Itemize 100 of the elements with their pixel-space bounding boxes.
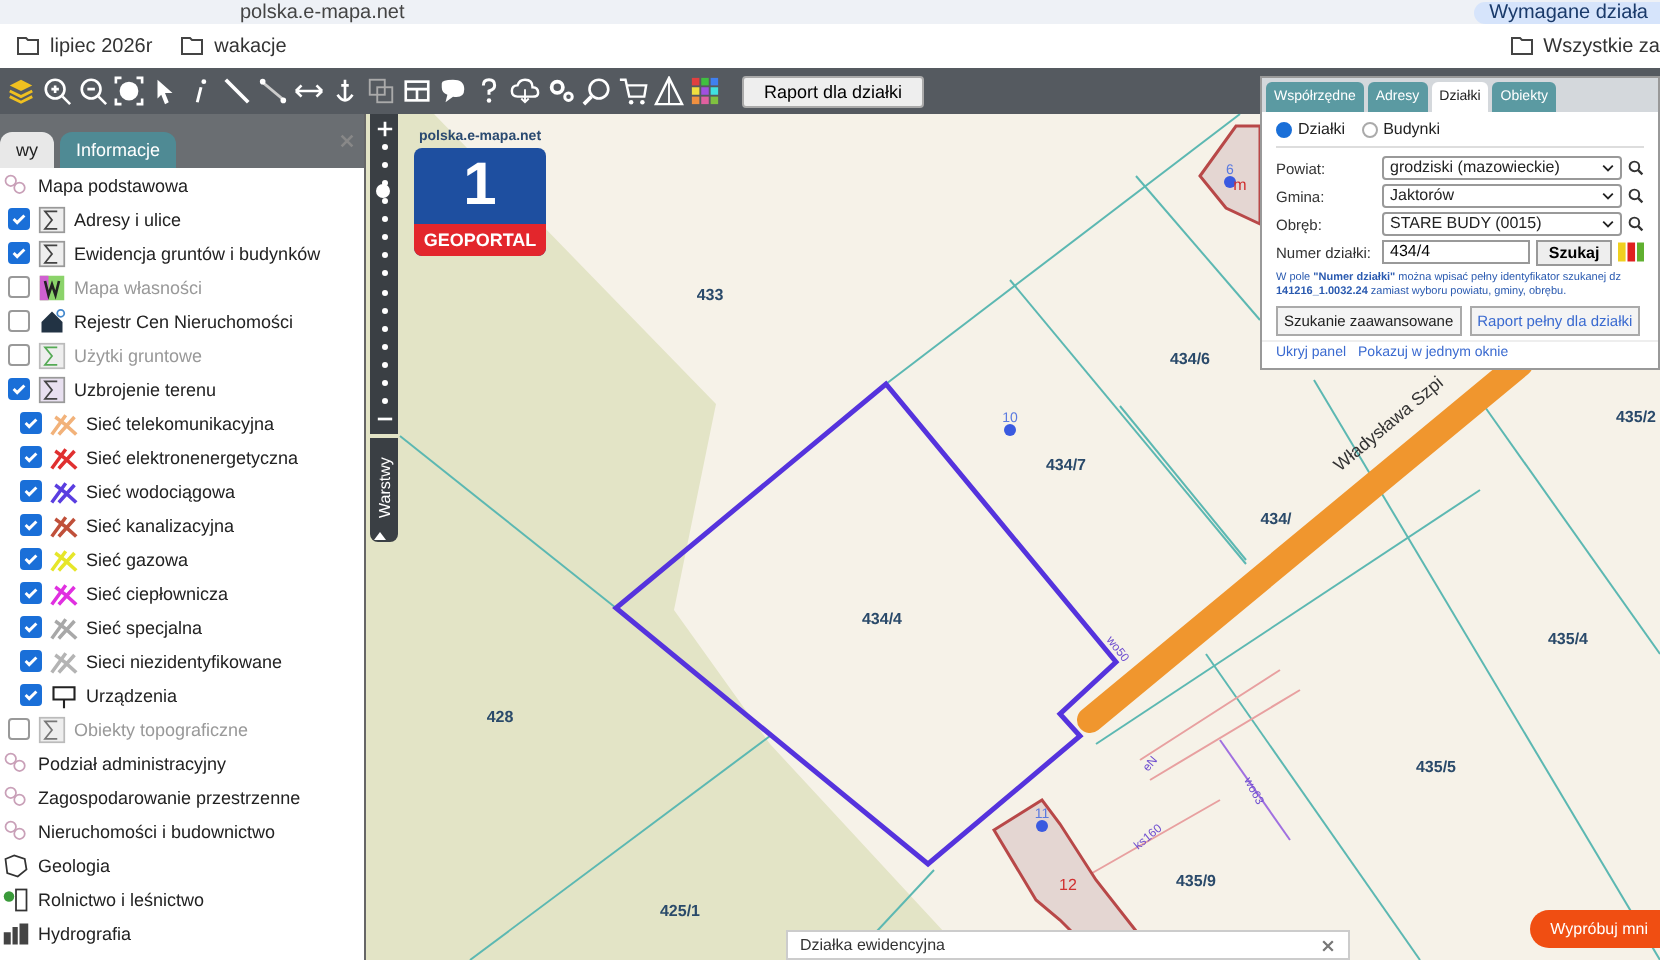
layer-label[interactable]: Urządzenia bbox=[86, 685, 178, 705]
layer-label[interactable]: Nieruchomości i budownictwo bbox=[38, 821, 276, 841]
parcel-number-field[interactable]: 434/4 bbox=[1382, 240, 1531, 264]
layer-label[interactable]: Sieci niezidentyfikowane bbox=[86, 651, 283, 671]
checkbox[interactable] bbox=[20, 514, 42, 536]
zoom-in-icon[interactable] bbox=[42, 76, 72, 106]
dropdown[interactable]: STARE BUDY (0015) bbox=[1382, 212, 1622, 236]
radio-label[interactable]: Budynki bbox=[1383, 120, 1441, 138]
checkbox[interactable] bbox=[8, 208, 30, 230]
letter-tile-icon bbox=[38, 273, 66, 301]
layer-label[interactable]: Uzbrojenie terenu bbox=[74, 379, 217, 399]
geoportal-logo: 1 GEOPORTAL bbox=[414, 148, 546, 256]
cart-icon[interactable] bbox=[618, 76, 648, 106]
layer-label[interactable]: Podział administracyjny bbox=[38, 753, 227, 773]
search-icon[interactable] bbox=[1628, 216, 1644, 232]
close-icon[interactable] bbox=[1320, 937, 1336, 953]
radio-label[interactable]: Działki bbox=[1298, 120, 1346, 138]
parcel-number: 435/5 bbox=[1415, 758, 1457, 776]
copy-icon[interactable] bbox=[366, 76, 396, 106]
map-icon bbox=[2, 171, 30, 199]
signpost-icon bbox=[50, 681, 78, 709]
checkbox[interactable] bbox=[20, 616, 42, 638]
layer-label[interactable]: Geologia bbox=[38, 855, 111, 875]
layers-icon[interactable] bbox=[6, 76, 36, 106]
measure-icon[interactable] bbox=[258, 76, 288, 106]
search-button[interactable]: Szukaj bbox=[1536, 239, 1612, 265]
layer-label[interactable]: Sieć specjalna bbox=[86, 617, 203, 637]
bookmark-folder[interactable]: lipiec 2026r bbox=[16, 35, 153, 57]
all-bookmarks-link[interactable]: Wszystkie za bbox=[1509, 35, 1660, 57]
checkbox[interactable] bbox=[8, 378, 30, 400]
house-icon bbox=[38, 307, 66, 335]
sigma-icon bbox=[38, 341, 66, 369]
layer-label[interactable]: Zagospodarowanie przestrzenne bbox=[38, 787, 301, 807]
layer-label[interactable]: Hydrografia bbox=[38, 923, 132, 943]
layer-label[interactable]: Sieć elektronenergetyczna bbox=[86, 447, 299, 467]
address-text[interactable]: polska.e-mapa.net bbox=[240, 1, 405, 23]
report-button[interactable]: Raport dla działki bbox=[742, 75, 925, 107]
checkbox[interactable] bbox=[20, 412, 42, 434]
notice-pill[interactable]: Wymagane działa bbox=[1473, 1, 1660, 23]
zoom-extent-icon[interactable] bbox=[114, 76, 144, 106]
layout-icon[interactable] bbox=[402, 76, 432, 106]
search-icon[interactable] bbox=[582, 76, 612, 106]
layer-label[interactable]: Mapa podstawowa bbox=[38, 175, 189, 195]
layers-tab[interactable]: Warstwy bbox=[370, 438, 398, 542]
layer-label[interactable]: Sieć kanalizacyjna bbox=[86, 515, 235, 535]
map-icon bbox=[2, 817, 30, 845]
speech-bubble-icon[interactable] bbox=[438, 76, 468, 106]
checkbox[interactable] bbox=[8, 310, 30, 332]
parcel-number: 435/4 bbox=[1547, 630, 1589, 648]
chevron-down-icon[interactable] bbox=[1602, 164, 1614, 172]
zoom-thumb[interactable] bbox=[376, 184, 390, 199]
checkbox[interactable] bbox=[20, 446, 42, 468]
sigma-icon bbox=[38, 715, 66, 743]
pin-icon bbox=[1004, 424, 1016, 436]
parcel-number: 433 bbox=[696, 286, 724, 304]
search-icon[interactable] bbox=[1628, 188, 1644, 204]
checkbox[interactable] bbox=[20, 480, 42, 502]
zoom-out-icon[interactable] bbox=[78, 76, 108, 106]
cloud-icon[interactable] bbox=[510, 76, 540, 106]
building-number: m bbox=[1233, 176, 1247, 194]
zoom-in-icon[interactable] bbox=[375, 120, 393, 138]
dropdown[interactable]: grodziski (mazowieckie) bbox=[1382, 156, 1622, 180]
checkbox[interactable] bbox=[20, 650, 42, 672]
pin-icon bbox=[1224, 176, 1236, 188]
try-button[interactable]: Wypróbuj mni bbox=[1530, 910, 1660, 948]
zoom-slider[interactable] bbox=[370, 114, 398, 434]
layer-label[interactable]: Ewidencja gruntów i budynków bbox=[74, 243, 321, 263]
checkbox[interactable] bbox=[20, 684, 42, 706]
search-icon[interactable] bbox=[1628, 160, 1644, 176]
radio-button[interactable] bbox=[1361, 121, 1378, 137]
panel-tab[interactable]: wy bbox=[0, 132, 54, 168]
dropdown[interactable]: Jaktorów bbox=[1382, 184, 1622, 208]
layer-label[interactable]: Sieć gazowa bbox=[86, 549, 189, 569]
parcel-number: 434/ bbox=[1260, 510, 1292, 528]
radio-button[interactable] bbox=[1276, 121, 1292, 137]
layer-label[interactable]: Sieć telekomunikacyjna bbox=[86, 413, 275, 433]
color-squares-icon bbox=[1617, 242, 1644, 262]
chevron-down-icon[interactable] bbox=[1602, 192, 1614, 200]
folder-icon bbox=[1509, 36, 1534, 56]
parcel-number: 434/6 bbox=[1169, 350, 1211, 368]
checkbox[interactable] bbox=[8, 242, 30, 264]
color-grid-icon[interactable] bbox=[690, 76, 720, 106]
folder-icon bbox=[180, 36, 205, 56]
layer-label[interactable]: Adresy i ulice bbox=[74, 209, 182, 229]
panel-tab[interactable]: Informacje bbox=[60, 132, 177, 168]
folder-icon bbox=[16, 36, 40, 56]
sigma-icon bbox=[38, 205, 66, 233]
layer-label[interactable]: Rolnictwo i leśnictwo bbox=[38, 889, 205, 909]
layer-label[interactable]: Rejestr Cen Nieruchomości bbox=[74, 311, 294, 331]
checkbox[interactable] bbox=[20, 548, 42, 570]
parcel-number: 434/4 bbox=[861, 610, 903, 628]
anchor-icon[interactable] bbox=[330, 76, 360, 106]
building-number: 12 bbox=[1059, 876, 1077, 894]
sigma-icon bbox=[38, 375, 66, 403]
checkbox[interactable] bbox=[20, 582, 42, 604]
bookmark-folder[interactable]: wakacje bbox=[180, 35, 287, 57]
triangle-icon[interactable] bbox=[654, 76, 684, 106]
chevron-down-icon[interactable] bbox=[1602, 220, 1614, 228]
layer-label[interactable]: Sieć wodociągowa bbox=[86, 481, 236, 501]
layer-label[interactable]: Sieć ciepłownicza bbox=[86, 583, 229, 603]
